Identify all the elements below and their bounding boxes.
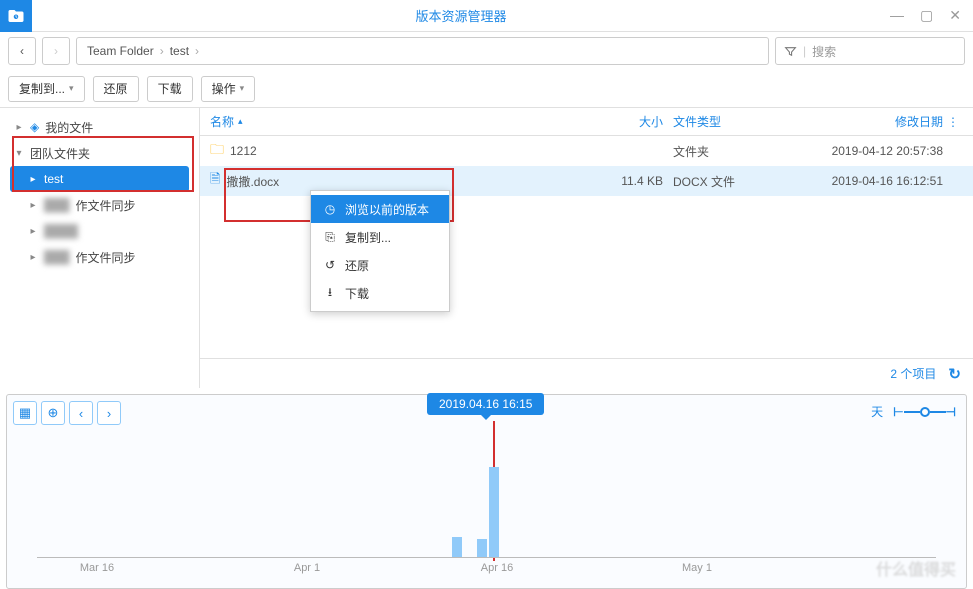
restore-button[interactable]: 还原 <box>93 76 139 102</box>
sidebar-item-hidden[interactable]: ▸ ████ <box>10 218 189 244</box>
file-type: DOCX 文件 <box>663 173 783 190</box>
target-button[interactable]: ⊕ <box>41 401 65 425</box>
ctx-copy-to[interactable]: ⎘ 复制到... <box>311 223 449 251</box>
file-type: 文件夹 <box>663 143 783 160</box>
ctx-item-label: 浏览以前的版本 <box>345 201 429 218</box>
ctx-item-label: 下载 <box>345 285 369 302</box>
chevron-right-icon: ▸ <box>14 122 24 133</box>
column-headers: 名称▴ 大小 文件类型 修改日期 ⋮ <box>200 108 973 136</box>
search-placeholder: 搜索 <box>812 43 836 60</box>
restore-icon: ↺ <box>323 258 337 272</box>
app-icon <box>0 0 32 32</box>
sidebar-item-sync[interactable]: ▸ ███ 作文件同步 <box>10 192 189 218</box>
timeline-bar[interactable] <box>477 539 487 557</box>
sidebar-item-label: test <box>44 172 63 186</box>
timeline-next-button[interactable]: › <box>97 401 121 425</box>
file-date: 2019-04-12 20:57:38 <box>783 144 943 158</box>
refresh-icon[interactable]: ↻ <box>948 365 961 383</box>
timeline-unit: 天 <box>871 403 883 420</box>
minimize-button[interactable]: — <box>890 7 904 24</box>
ctx-restore[interactable]: ↺ 还原 <box>311 251 449 279</box>
timeline-tick: May 1 <box>682 562 712 574</box>
document-icon: 🗎 <box>210 170 220 192</box>
main-area: ▸ ◈ 我的文件 ▾ 团队文件夹 ▸ test ▸ ███ 作文件同步 ▸ ██… <box>0 108 973 388</box>
timeline-tick: Mar 16 <box>80 562 114 574</box>
sidebar-item-my-files[interactable]: ▸ ◈ 我的文件 <box>10 114 189 140</box>
file-name: 撒撒.docx <box>226 173 279 190</box>
sidebar: ▸ ◈ 我的文件 ▾ 团队文件夹 ▸ test ▸ ███ 作文件同步 ▸ ██… <box>0 108 200 388</box>
forward-button[interactable]: › <box>42 37 70 65</box>
column-date[interactable]: 修改日期 <box>783 113 943 130</box>
search-box[interactable]: | 搜索 <box>775 37 965 65</box>
sidebar-item-label: 团队文件夹 <box>30 145 90 162</box>
timeline-toolbar: ▦ ⊕ ‹ › <box>13 401 121 425</box>
calendar-button[interactable]: ▦ <box>13 401 37 425</box>
timeline-axis <box>37 557 936 558</box>
ctx-item-label: 还原 <box>345 257 369 274</box>
timeline-tick: Apr 1 <box>294 562 320 574</box>
action-toolbar: 复制到...▾ 还原 下载 操作▾ <box>0 70 973 108</box>
timeline-prev-button[interactable]: ‹ <box>69 401 93 425</box>
sidebar-item-test[interactable]: ▸ test <box>10 166 189 192</box>
ctx-browse-versions[interactable]: ◷ 浏览以前的版本 <box>311 195 449 223</box>
sidebar-item-label: 作文件同步 <box>76 197 136 214</box>
timeline-bar[interactable] <box>489 467 499 557</box>
timeline-bar[interactable] <box>452 537 462 557</box>
maximize-button[interactable]: ▢ <box>920 7 933 24</box>
context-menu: ◷ 浏览以前的版本 ⎘ 复制到... ↺ 还原 ⭳ 下载 <box>310 190 450 312</box>
column-name[interactable]: 名称▴ <box>210 113 583 130</box>
watermark: 什么值得买 <box>876 556 956 580</box>
back-button[interactable]: ‹ <box>8 37 36 65</box>
breadcrumb-separator: › <box>195 44 199 58</box>
ctx-item-label: 复制到... <box>345 229 391 246</box>
zoom-slider[interactable]: ⊢⊣ <box>893 405 956 419</box>
file-row-folder[interactable]: 🗀 1212 文件夹 2019-04-12 20:57:38 <box>200 136 973 166</box>
ctx-download[interactable]: ⭳ 下载 <box>311 279 449 307</box>
column-type[interactable]: 文件类型 <box>663 113 783 130</box>
close-button[interactable]: ✕ <box>949 7 961 24</box>
item-count: 2 个项目 <box>890 365 936 382</box>
status-bar: 2 个项目 ↻ <box>200 358 973 388</box>
clock-icon: ◷ <box>323 202 337 216</box>
chevron-right-icon: ▸ <box>28 200 38 211</box>
breadcrumb-part[interactable]: Team Folder <box>87 44 154 58</box>
sidebar-item-team-folder[interactable]: ▾ 团队文件夹 <box>10 140 189 166</box>
timeline-tick: Apr 16 <box>481 562 513 574</box>
folder-icon: 🗀 <box>210 139 224 163</box>
column-options-icon[interactable]: ⋮ <box>943 115 963 129</box>
sidebar-item-sync[interactable]: ▸ ███ 作文件同步 <box>10 244 189 270</box>
file-size: 11.4 KB <box>583 174 663 188</box>
breadcrumb[interactable]: Team Folder › test › <box>76 37 769 65</box>
nav-toolbar: ‹ › Team Folder › test › | 搜索 <box>0 32 973 70</box>
file-name: 1212 <box>230 144 257 158</box>
drive-icon: ◈ <box>30 120 39 134</box>
download-button[interactable]: 下载 <box>147 76 193 102</box>
chevron-right-icon: ▸ <box>28 174 38 185</box>
titlebar: 版本资源管理器 — ▢ ✕ <box>0 0 973 32</box>
file-date: 2019-04-16 16:12:51 <box>783 174 943 188</box>
copy-to-button[interactable]: 复制到...▾ <box>8 76 85 102</box>
chevron-right-icon: ▸ <box>28 252 38 263</box>
window-title: 版本资源管理器 <box>32 6 890 25</box>
chevron-right-icon: ▸ <box>28 226 38 237</box>
sort-asc-icon: ▴ <box>238 116 243 127</box>
filter-icon <box>784 45 797 58</box>
timeline-panel: ▦ ⊕ ‹ › 天 ⊢⊣ 2019.04.16 16:15 Mar 16 Apr… <box>6 394 967 589</box>
breadcrumb-separator: › <box>160 44 164 58</box>
timeline-current-badge: 2019.04.16 16:15 <box>427 393 544 415</box>
sidebar-item-label: 我的文件 <box>45 119 93 136</box>
breadcrumb-part[interactable]: test <box>170 44 189 58</box>
window-controls: — ▢ ✕ <box>890 7 973 24</box>
actions-button[interactable]: 操作▾ <box>201 76 256 102</box>
chevron-down-icon: ▾ <box>14 148 24 159</box>
copy-icon: ⎘ <box>323 230 337 245</box>
timeline-zoom: 天 ⊢⊣ <box>871 403 956 420</box>
download-icon: ⭳ <box>323 283 337 304</box>
sidebar-item-label: 作文件同步 <box>76 249 136 266</box>
column-size[interactable]: 大小 <box>583 113 663 130</box>
